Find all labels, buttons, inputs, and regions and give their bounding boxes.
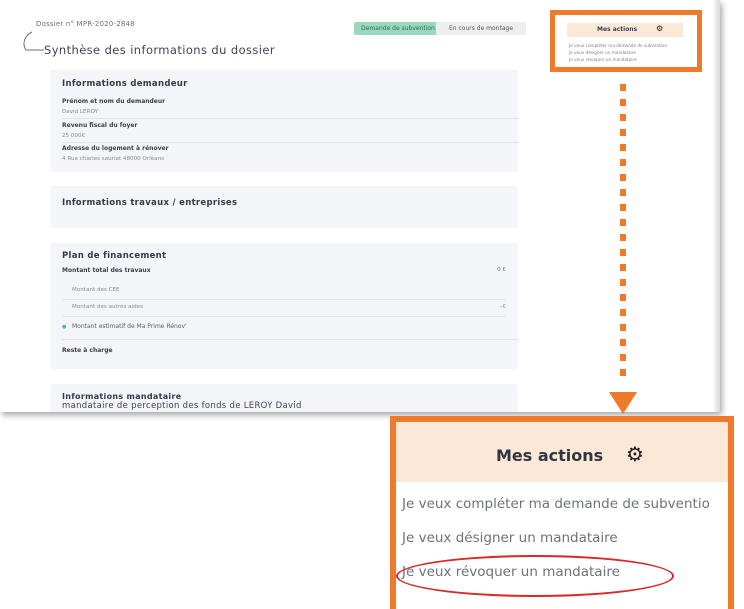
gear-icon[interactable]: ⚙ — [626, 444, 644, 464]
financing-title: Plan de financement — [62, 251, 167, 261]
divider — [62, 339, 518, 340]
back-arrow-icon[interactable] — [20, 28, 46, 58]
cee-row: Montant des CEE — [62, 283, 506, 300]
mandataire-card: Informations mandataire mandataire de pe… — [50, 384, 518, 412]
name-value: David LEROY — [62, 109, 98, 115]
circle-annotation — [396, 555, 674, 597]
zoom-actions-title: Mes actions — [496, 446, 604, 465]
financing-card: Plan de financement Montant total des tr… — [50, 243, 518, 369]
divider — [62, 118, 518, 119]
actions-panel-highlight: Mes actions ⚙ Je veux compléter ma deman… — [550, 10, 702, 72]
dotted-connector — [620, 84, 626, 384]
income-label: Revenu fiscal du foyer — [62, 122, 138, 129]
income-value: 25 000€ — [62, 133, 86, 139]
page-title: Synthèse des informations du dossier — [44, 43, 275, 57]
works-title: Informations travaux / entreprises — [62, 198, 238, 208]
address-value: 4 Rue charles sauriat 48000 Orléans — [62, 156, 165, 162]
applicant-title: Informations demandeur — [62, 79, 188, 89]
divider — [62, 142, 518, 143]
applicant-card: Informations demandeur Prénom et nom du … — [50, 70, 518, 172]
zoom-actions-header: Mes actions ⚙ — [396, 422, 728, 482]
mandataire-title: Informations mandataire — [62, 392, 182, 401]
actions-header: Mes actions ⚙ — [567, 23, 683, 37]
gear-icon[interactable]: ⚙ — [656, 25, 663, 33]
action-complete-link[interactable]: Je veux compléter ma demande de subventi… — [569, 43, 667, 48]
dossier-screenshot: Dossier n° MPR-2020-2848 Demande de subv… — [0, 0, 720, 412]
total-works-label: Montant total des travaux — [62, 267, 151, 274]
works-card[interactable]: Informations travaux / entreprises — [50, 186, 518, 228]
dossier-number: Dossier n° MPR-2020-2848 — [36, 20, 135, 28]
name-label: Prénom et nom du demandeur — [62, 98, 166, 105]
action-revoke-link[interactable]: Je veux révoquer un mandataire — [569, 57, 637, 62]
other-aid-row: Montant des autres aides –€ — [62, 300, 506, 317]
other-aid-label: Montant des autres aides — [72, 304, 143, 310]
scrollbar-edge — [714, 0, 720, 412]
cee-label: Montant des CEE — [72, 287, 120, 293]
actions-title: Mes actions — [597, 26, 638, 33]
total-works-value: 0 € — [497, 267, 506, 273]
estimate-label: Montant estimatif de Ma Prime Rénov' — [72, 323, 187, 330]
info-dot-icon: ● — [62, 324, 67, 330]
status-badge: Demande de subvention — [354, 22, 442, 35]
address-label: Adresse du logement à rénover — [62, 145, 169, 152]
other-aid-value: –€ — [499, 304, 506, 310]
zoom-action-complete-link[interactable]: Je veux compléter ma demande de subventi… — [402, 496, 710, 512]
mandataire-subtitle: mandataire de perception des fonds de LE… — [62, 401, 302, 411]
action-designate-link[interactable]: Je veux désigner un mandataire — [569, 50, 636, 55]
remaining-label: Reste à charge — [62, 347, 113, 354]
actions-panel-zoom: Mes actions ⚙ Je veux compléter ma deman… — [390, 416, 734, 609]
arrow-down-icon — [609, 392, 637, 414]
stage-badge: En cours de montage — [436, 22, 526, 35]
zoom-action-designate-link[interactable]: Je veux désigner un mandataire — [402, 530, 618, 546]
